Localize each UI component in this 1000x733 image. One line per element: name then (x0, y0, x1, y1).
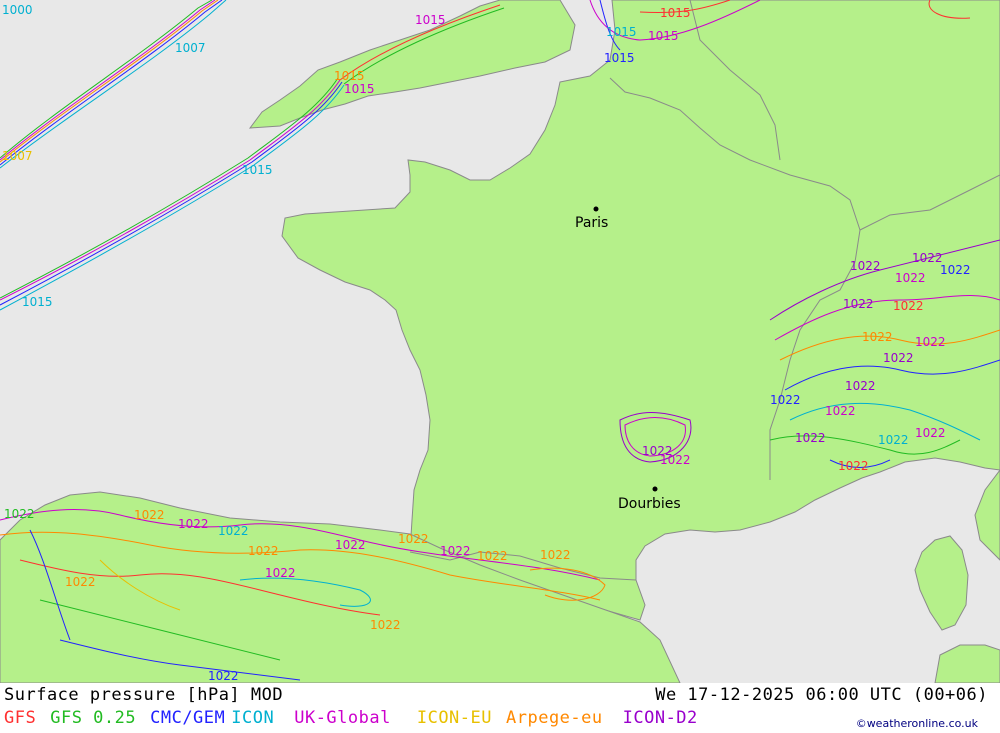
credit-link[interactable]: ©weatheronline.co.uk (856, 717, 978, 730)
isobar-label: 1022 (825, 404, 856, 418)
isobar-label: 1022 (843, 297, 874, 311)
isobar-label: 1022 (4, 507, 35, 521)
isobar-label: 1022 (178, 517, 209, 531)
isobar-label: 1007 (2, 149, 33, 163)
model-icon-link[interactable]: ICON (231, 708, 274, 728)
isobar-label: 1022 (660, 453, 691, 467)
isobar-label: 1022 (895, 271, 926, 285)
city-label: Paris (575, 215, 608, 231)
isobar-label: 1015 (415, 13, 446, 27)
isobar-label: 1022 (795, 431, 826, 445)
isobar-label: 1015 (22, 295, 53, 309)
valid-time: We 17-12-2025 06:00 UTC (00+06) (655, 685, 988, 705)
isobar-label: 1022 (883, 351, 914, 365)
model-gfs025-link[interactable]: GFS 0.25 (50, 708, 136, 728)
model-gfs-link[interactable]: GFS (4, 708, 36, 728)
model-cmc-gem-link[interactable]: CMC/GEM (150, 708, 225, 728)
isobar-label: 1015 (334, 69, 365, 83)
isobar-label: 1022 (398, 532, 429, 546)
isobar-label: 1022 (878, 433, 909, 447)
isobar-label: 1022 (862, 330, 893, 344)
isobar-label: 1022 (265, 566, 296, 580)
isobar-label: 1022 (915, 426, 946, 440)
isobar-label: 1022 (248, 544, 279, 558)
isobar-label: 1022 (134, 508, 165, 522)
model-icon-d2-link[interactable]: ICON-D2 (623, 708, 698, 728)
isobar-label: 1022 (838, 459, 869, 473)
model-legend: GFS GFS 0.25 CMC/GEM ICON UK-Global ICON-EU Ar… (4, 708, 712, 728)
isobar-label: 1022 (440, 544, 471, 558)
isobar-label: 1022 (912, 251, 943, 265)
isobar-label: 1022 (208, 669, 239, 683)
isobar-label: 1015 (660, 6, 691, 20)
map-title: Surface pressure [hPa] MOD (4, 685, 284, 705)
model-icon-eu-link[interactable]: ICON-EU (417, 708, 492, 728)
isobar-label: 1022 (370, 618, 401, 632)
isobar-label: 1022 (335, 538, 366, 552)
isobar-label: 1022 (540, 548, 571, 562)
model-arpege-eu-link[interactable]: Arpege-eu (506, 708, 603, 728)
isobar-label: 1007 (175, 41, 206, 55)
isobar-label: 1015 (242, 163, 273, 177)
city-label: Dourbies (618, 496, 681, 512)
isobar-label: 1022 (893, 299, 924, 313)
isobar-label: 1015 (344, 82, 375, 96)
isobar-label: 1000 (2, 3, 33, 17)
isobar-label: 1022 (65, 575, 96, 589)
city-marker (652, 486, 658, 492)
isobar-label: 1015 (604, 51, 635, 65)
isobar-label: 1022 (940, 263, 971, 277)
model-uk-global-link[interactable]: UK-Global (294, 708, 391, 728)
city-marker (593, 206, 599, 212)
isobar-label: 1015 (648, 29, 679, 43)
map-canvas: 1000 1007 1015 1015 1015 1015 1015 1015 … (0, 0, 1000, 683)
pressure-map: 1000 1007 1015 1015 1015 1015 1015 1015 … (0, 0, 1000, 683)
isobar-label: 1022 (477, 549, 508, 563)
map-footer: Surface pressure [hPa] MOD We 17-12-2025… (0, 683, 1000, 733)
isobar-label: 1022 (770, 393, 801, 407)
isobar-label: 1015 (606, 25, 637, 39)
isobar-label: 1022 (915, 335, 946, 349)
isobar-label: 1022 (845, 379, 876, 393)
isobar-label: 1022 (850, 259, 881, 273)
isobar-label: 1022 (218, 524, 249, 538)
